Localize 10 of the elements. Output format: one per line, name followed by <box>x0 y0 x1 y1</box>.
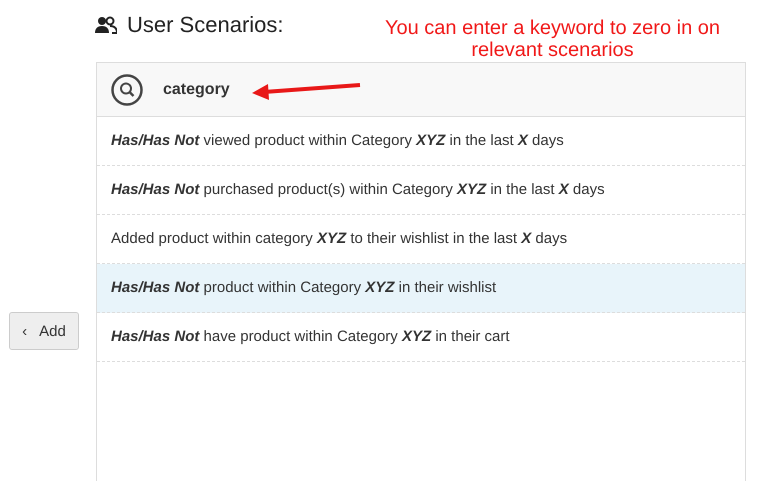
scenario-item[interactable]: Has/Has Not product within Category XYZ in their wishlist <box>97 264 745 313</box>
section-title: User Scenarios: <box>127 12 284 38</box>
scenario-item[interactable]: Has/Has Not purchased product(s) within Category XYZ in the last X days <box>97 166 745 215</box>
search-icon <box>111 74 143 106</box>
users-icon <box>95 16 117 34</box>
add-button[interactable]: ‹ Add <box>9 312 79 350</box>
annotation-text: You can enter a keyword to zero in on relevant scenarios <box>384 17 722 61</box>
scenario-item[interactable]: Has/Has Not have product within Category XYZ in their cart <box>97 313 745 362</box>
scenario-item[interactable]: Has/Has Not viewed product within Category XYZ in the last X days <box>97 117 745 166</box>
search-field[interactable]: category <box>97 63 745 117</box>
